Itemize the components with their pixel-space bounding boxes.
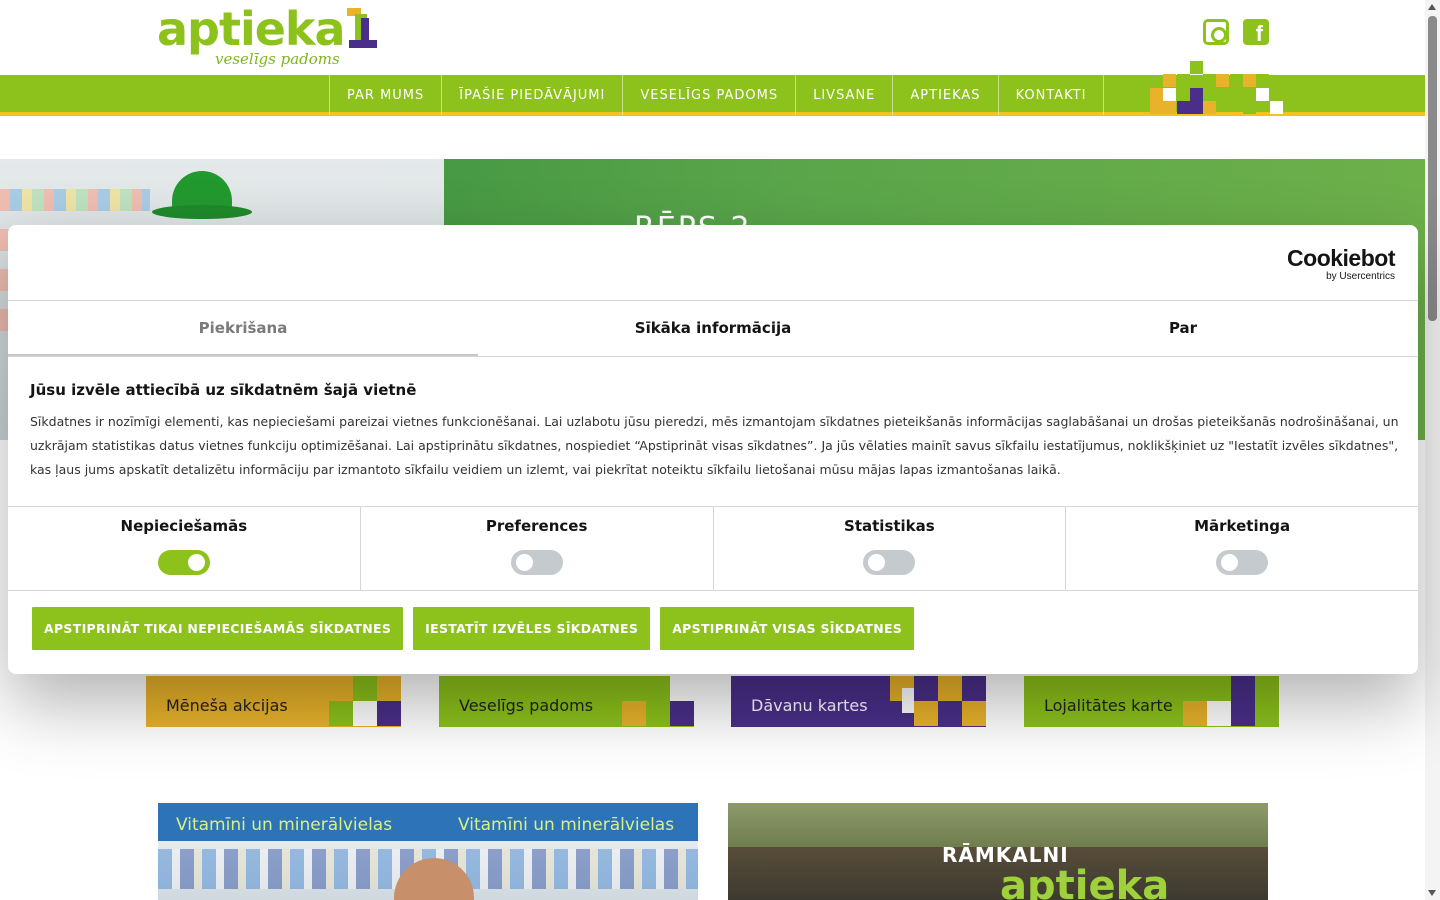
page-scrollbar[interactable]: [1425, 0, 1440, 900]
category-preferences: Preferences: [361, 507, 714, 590]
nav-item-ipasie-piedavajumi[interactable]: ĪPAŠIE PIEDĀVĀJUMI: [442, 75, 624, 115]
tile-label: Mēneša akcijas: [166, 696, 288, 715]
accept-all-button[interactable]: APSTIPRINĀT VISAS SĪKDATNES: [660, 607, 915, 650]
logo-one-mark: [343, 8, 379, 50]
vitamins-card[interactable]: Vitamīni un minerālvielas Vitamīni un mi…: [158, 803, 698, 900]
green-hat-image: [152, 165, 252, 225]
cookie-buttons: APSTIPRINĀT TIKAI NEPIECIEŠAMĀS SĪKDATNE…: [32, 607, 915, 650]
tab-par[interactable]: Par: [948, 301, 1418, 356]
tab-piekrisana[interactable]: Piekrišana: [8, 301, 478, 356]
main-nav: PAR MUMS ĪPAŠIE PIEDĀVĀJUMI VESELĪGS PAD…: [329, 75, 1105, 115]
cookie-consent-dialog: Cookiebot by Usercentrics Piekrišana Sīk…: [8, 225, 1418, 674]
page: aptieka veselīgs padoms f PAR MUMS ĪPAŠI…: [0, 0, 1440, 900]
tile-meneša-akcijas[interactable]: Mēneša akcijas: [146, 676, 401, 727]
preferences-toggle[interactable]: [510, 550, 563, 575]
tile-label: Dāvanu kartes: [751, 696, 868, 715]
tile-lojalitates-karte[interactable]: Lojalitātes karte: [1024, 676, 1279, 727]
tile-davanu-kartes[interactable]: Dāvanu kartes: [731, 676, 986, 727]
marketing-toggle[interactable]: [1216, 550, 1269, 575]
category-label: Nepieciešamās: [120, 517, 248, 535]
cookiebot-logo-sub: by Usercentrics: [1326, 271, 1395, 282]
consent-description: Sīkdatnes ir nozīmīgi elementi, kas nepi…: [30, 414, 1399, 477]
vitamins-text-right: Vitamīni un minerālvielas: [458, 815, 675, 835]
cookie-categories: Nepieciešamās Preferences Statistikas Mā…: [8, 506, 1418, 591]
necessary-toggle[interactable]: [157, 550, 210, 575]
instagram-icon[interactable]: [1203, 19, 1229, 45]
customize-button[interactable]: IESTATĪT IZVĒLES SĪKDATNES: [413, 607, 651, 650]
cookiebot-logo-name: Cookiebot: [1287, 245, 1395, 271]
consent-title: Jūsu izvēle attiecībā uz sīkdatnēm šajā …: [30, 381, 417, 399]
scrollbar-thumb[interactable]: [1428, 16, 1437, 321]
nav-item-par-mums[interactable]: PAR MUMS: [330, 75, 443, 115]
category-marketing: Mārketinga: [1066, 507, 1418, 590]
category-necessary: Nepieciešamās: [8, 507, 361, 590]
nav-item-aptiekas[interactable]: APTIEKAS: [893, 75, 999, 115]
pharmacy-store-card[interactable]: RĀMKALNI aptieka: [728, 803, 1268, 900]
cookie-tabs: Piekrišana Sīkāka informācija Par: [8, 300, 1418, 357]
accept-necessary-button[interactable]: APSTIPRINĀT TIKAI NEPIECIEŠAMĀS SĪKDATNE…: [32, 607, 404, 650]
site-logo[interactable]: aptieka veselīgs padoms: [157, 2, 382, 70]
logo-wordmark: aptieka: [157, 2, 346, 56]
nav-item-livsane[interactable]: LIVSANE: [796, 75, 894, 115]
tile-label: Veselīgs padoms: [459, 696, 594, 715]
store-sign-logo: aptieka: [1000, 863, 1170, 900]
nav-item-veseligs-padoms[interactable]: VESELĪGS PADOMS: [623, 75, 797, 115]
facebook-icon[interactable]: f: [1243, 19, 1269, 45]
scroll-down-arrow-icon[interactable]: [1428, 890, 1436, 896]
statistics-toggle[interactable]: [863, 550, 916, 575]
tile-label: Lojalitātes karte: [1044, 696, 1173, 715]
nav-pixel-decoration: [1150, 61, 1283, 115]
vitamins-text-left: Vitamīni un minerālvielas: [176, 815, 393, 835]
category-label: Mārketinga: [1194, 517, 1291, 535]
category-label: Preferences: [485, 517, 588, 535]
logo-tagline: veselīgs padoms: [215, 50, 340, 68]
category-label: Statistikas: [844, 517, 935, 535]
tab-sikaka-informacija[interactable]: Sīkāka informācija: [478, 301, 948, 356]
cookiebot-logo[interactable]: Cookiebot by Usercentrics: [1285, 245, 1395, 283]
tile-veseligs-padoms[interactable]: Veselīgs padoms: [439, 676, 694, 727]
category-statistics: Statistikas: [714, 507, 1067, 590]
nav-item-kontakti[interactable]: KONTAKTI: [999, 75, 1105, 115]
scroll-up-arrow-icon[interactable]: [1428, 4, 1436, 10]
